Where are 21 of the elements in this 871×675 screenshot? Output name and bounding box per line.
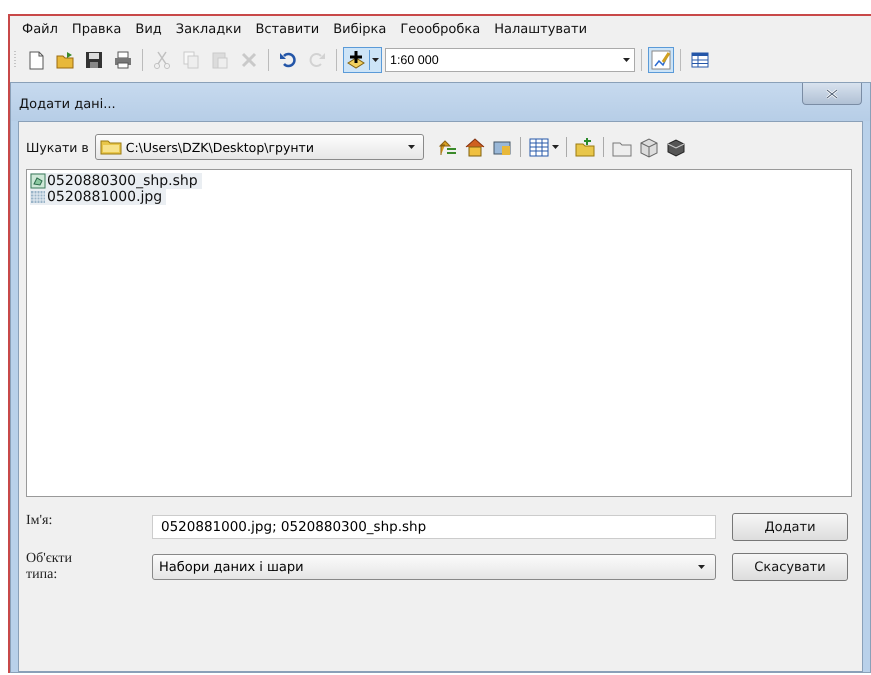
menu-item[interactable]: Вставити bbox=[249, 19, 328, 40]
name-field[interactable]: 0520881000.jpg; 0520880300_shp.shp bbox=[152, 515, 716, 539]
file-item[interactable]: 0520881000.jpg bbox=[30, 189, 166, 205]
menu-item[interactable]: Геообробка bbox=[394, 19, 488, 40]
add-button[interactable]: Додати bbox=[732, 513, 848, 541]
file-list[interactable]: 0520880300_shp.shp 0520881000.jpg bbox=[26, 169, 852, 497]
menu-item[interactable]: Правка bbox=[66, 19, 130, 40]
menu-item[interactable]: Закладки bbox=[170, 19, 250, 40]
dialog-title: Додати дані... bbox=[19, 97, 116, 112]
scale-combo[interactable]: 1:60 000 bbox=[385, 48, 635, 72]
type-label: Об'єкти типа: bbox=[26, 551, 73, 583]
name-label: Ім'я: bbox=[26, 513, 54, 529]
menu-item[interactable]: Вибірка bbox=[327, 19, 394, 40]
cancel-button[interactable]: Скасувати bbox=[732, 553, 848, 581]
file-item[interactable]: 0520880300_shp.shp bbox=[30, 173, 202, 189]
type-dropdown[interactable]: Набори даних і шари bbox=[152, 554, 716, 580]
path-combo[interactable]: C:\Users\DZK\Desktop\грунти bbox=[94, 134, 424, 160]
menu-item[interactable]: Файл bbox=[16, 19, 66, 40]
menu-item[interactable]: Налаштувати bbox=[488, 19, 596, 40]
menu-item[interactable]: Вид bbox=[129, 19, 170, 40]
look-in-label: Шукати в bbox=[26, 140, 89, 154]
